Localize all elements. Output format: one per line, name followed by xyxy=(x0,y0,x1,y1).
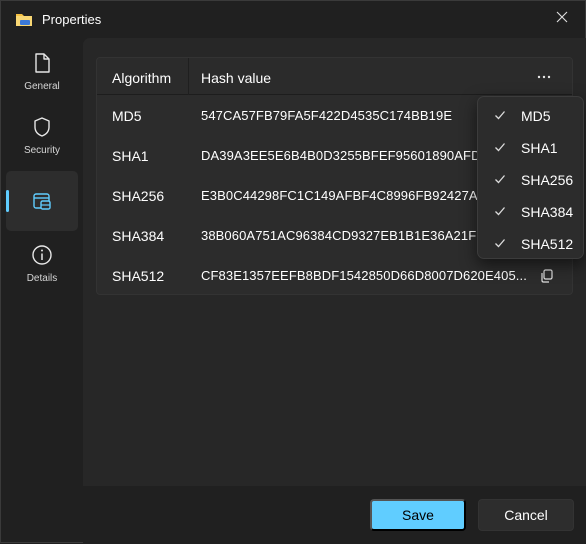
properties-window: Properties General Security Details Algo… xyxy=(0,0,586,544)
hash-cell[interactable]: DA39A3EE5E6B4B0D3255BFEF95601890AFD8 xyxy=(201,148,488,163)
hash-cell[interactable]: CF83E1357EEFB8BDF1542850D66D8007D620E405… xyxy=(201,268,527,283)
more-icon xyxy=(537,75,551,79)
checkmark-icon xyxy=(495,143,505,152)
checkmark-icon xyxy=(495,207,505,216)
hashes-icon xyxy=(33,193,51,210)
sidebar-item-label: Details xyxy=(26,273,58,284)
menu-item-label: SHA1 xyxy=(521,140,558,156)
menu-item-sha512[interactable]: SHA512 xyxy=(482,227,581,259)
folder-app-icon xyxy=(16,14,32,26)
checkmark-icon xyxy=(495,111,505,120)
window-title: Properties xyxy=(42,12,102,27)
info-icon xyxy=(32,245,52,265)
close-button[interactable] xyxy=(539,1,585,33)
table-row[interactable]: SHA512 CF83E1357EEFB8BDF1542850D66D8007D… xyxy=(97,256,572,294)
menu-item-sha256[interactable]: SHA256 xyxy=(482,163,581,195)
more-options-button[interactable] xyxy=(529,65,559,89)
close-icon xyxy=(556,11,568,23)
menu-item-sha384[interactable]: SHA384 xyxy=(482,195,581,227)
algorithm-cell: SHA512 xyxy=(112,268,165,284)
column-header-algorithm[interactable]: Algorithm xyxy=(112,70,171,86)
sidebar-item-hashes[interactable] xyxy=(6,171,78,231)
cancel-button[interactable]: Cancel xyxy=(478,499,574,531)
algorithm-cell: MD5 xyxy=(112,108,142,124)
sidebar-item-general[interactable]: General xyxy=(6,43,78,103)
menu-item-label: SHA256 xyxy=(521,172,574,188)
checkmark-icon xyxy=(495,239,505,248)
sidebar-item-details[interactable]: Details xyxy=(6,235,78,295)
document-icon xyxy=(35,53,50,73)
algorithm-cell: SHA384 xyxy=(112,228,165,244)
save-button[interactable]: Save xyxy=(370,499,466,531)
column-header-hash[interactable]: Hash value xyxy=(201,70,271,86)
hash-cell[interactable]: E3B0C44298FC1C149AFBF4C8996FB92427AE xyxy=(201,188,486,203)
hash-cell[interactable]: 547CA57FB79FA5F422D4535C174BB19E xyxy=(201,108,452,123)
shield-icon xyxy=(34,117,50,137)
menu-item-label: SHA384 xyxy=(521,204,574,220)
title-bar: Properties xyxy=(1,1,585,38)
menu-item-label: MD5 xyxy=(521,108,551,124)
active-indicator xyxy=(6,190,9,212)
dialog-footer: Save Cancel xyxy=(83,486,586,544)
sidebar-item-label: General xyxy=(24,81,60,92)
sidebar-item-security[interactable]: Security xyxy=(6,107,78,167)
copy-icon[interactable] xyxy=(539,268,555,284)
algorithm-filter-menu: MD5 SHA1 SHA256 SHA384 SHA512 xyxy=(477,96,584,259)
menu-item-md5[interactable]: MD5 xyxy=(482,99,581,131)
table-header: Algorithm Hash value xyxy=(97,58,572,95)
hash-cell[interactable]: 38B060A751AC96384CD9327EB1B1E36A21FD xyxy=(201,228,486,243)
menu-item-sha1[interactable]: SHA1 xyxy=(482,131,581,163)
sidebar-item-label: Security xyxy=(23,145,61,156)
sidebar: General Security Details xyxy=(1,38,83,544)
algorithm-cell: SHA256 xyxy=(112,188,165,204)
menu-item-label: SHA512 xyxy=(521,236,574,252)
algorithm-cell: SHA1 xyxy=(112,148,149,164)
column-divider[interactable] xyxy=(188,58,189,95)
checkmark-icon xyxy=(495,175,505,184)
